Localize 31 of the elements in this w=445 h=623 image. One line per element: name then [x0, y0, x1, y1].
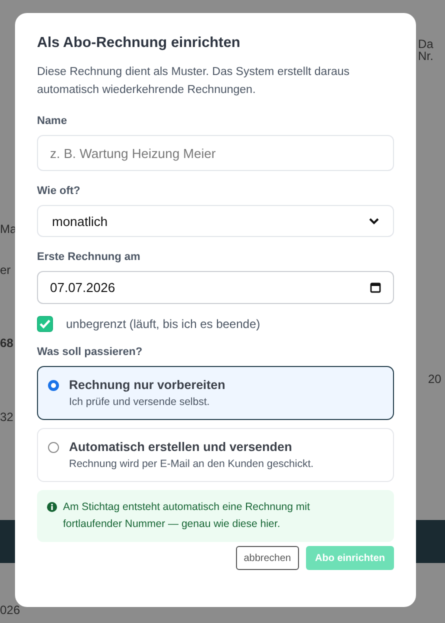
- info-icon: [47, 502, 57, 512]
- background-text: 20: [428, 372, 442, 386]
- field-label: Name: [37, 115, 67, 127]
- dialog-description: Diese Rechnung dient als Muster. Das System erstellt daraus automatisch wiederkehrende Rechnungen.: [37, 65, 351, 98]
- option-title: Rechnung nur vorbereiten: [69, 378, 226, 392]
- select-field[interactable]: monatlich: [37, 205, 394, 237]
- cancel-button[interactable]: abbrechen: [236, 546, 299, 570]
- option-subtitle: Ich prüfe und versende selbst.: [69, 396, 211, 408]
- field-label: Was soll passieren?: [37, 346, 142, 358]
- option-card[interactable]: Rechnung nur vorbereiten Ich prüfe und versende selbst.: [37, 366, 394, 420]
- checkbox[interactable]: [37, 316, 53, 332]
- option-title: Automatisch erstellen und versenden: [69, 440, 293, 454]
- input-field[interactable]: z. B. Wartung Heizung Meier: [37, 135, 394, 171]
- calendar-icon: [370, 282, 381, 293]
- background-text: 68: [0, 336, 14, 350]
- background-text: 026: [0, 603, 20, 617]
- radio-button[interactable]: [48, 380, 59, 391]
- field-label: Wie oft?: [37, 185, 80, 197]
- radio-button[interactable]: [48, 442, 59, 453]
- option-card[interactable]: Automatisch erstellen und versenden Rechnung wird per E-Mail an den Kunden geschickt.: [37, 428, 394, 482]
- date-field[interactable]: 07.07.2026: [37, 271, 394, 304]
- background-text: er: [0, 263, 11, 277]
- option-subtitle: Rechnung wird per E-Mail an den Kunden geschickt.: [69, 458, 314, 470]
- background-text: 32: [0, 410, 14, 424]
- field-label: Erste Rechnung am: [37, 251, 140, 263]
- info-text: Am Stichtag entsteht automatisch eine Rechnung mit fortlaufender Nummer — genau wie diese hier.: [63, 500, 311, 532]
- chevron-down-icon: [369, 218, 379, 224]
- checkbox-label: unbegrenzt (läuft, bis ich es beende): [66, 317, 260, 331]
- background-text: Nr.: [418, 49, 434, 63]
- dialog-title: Als Abo-Rechnung einrichten: [37, 35, 242, 51]
- background-text: Da: [418, 37, 434, 51]
